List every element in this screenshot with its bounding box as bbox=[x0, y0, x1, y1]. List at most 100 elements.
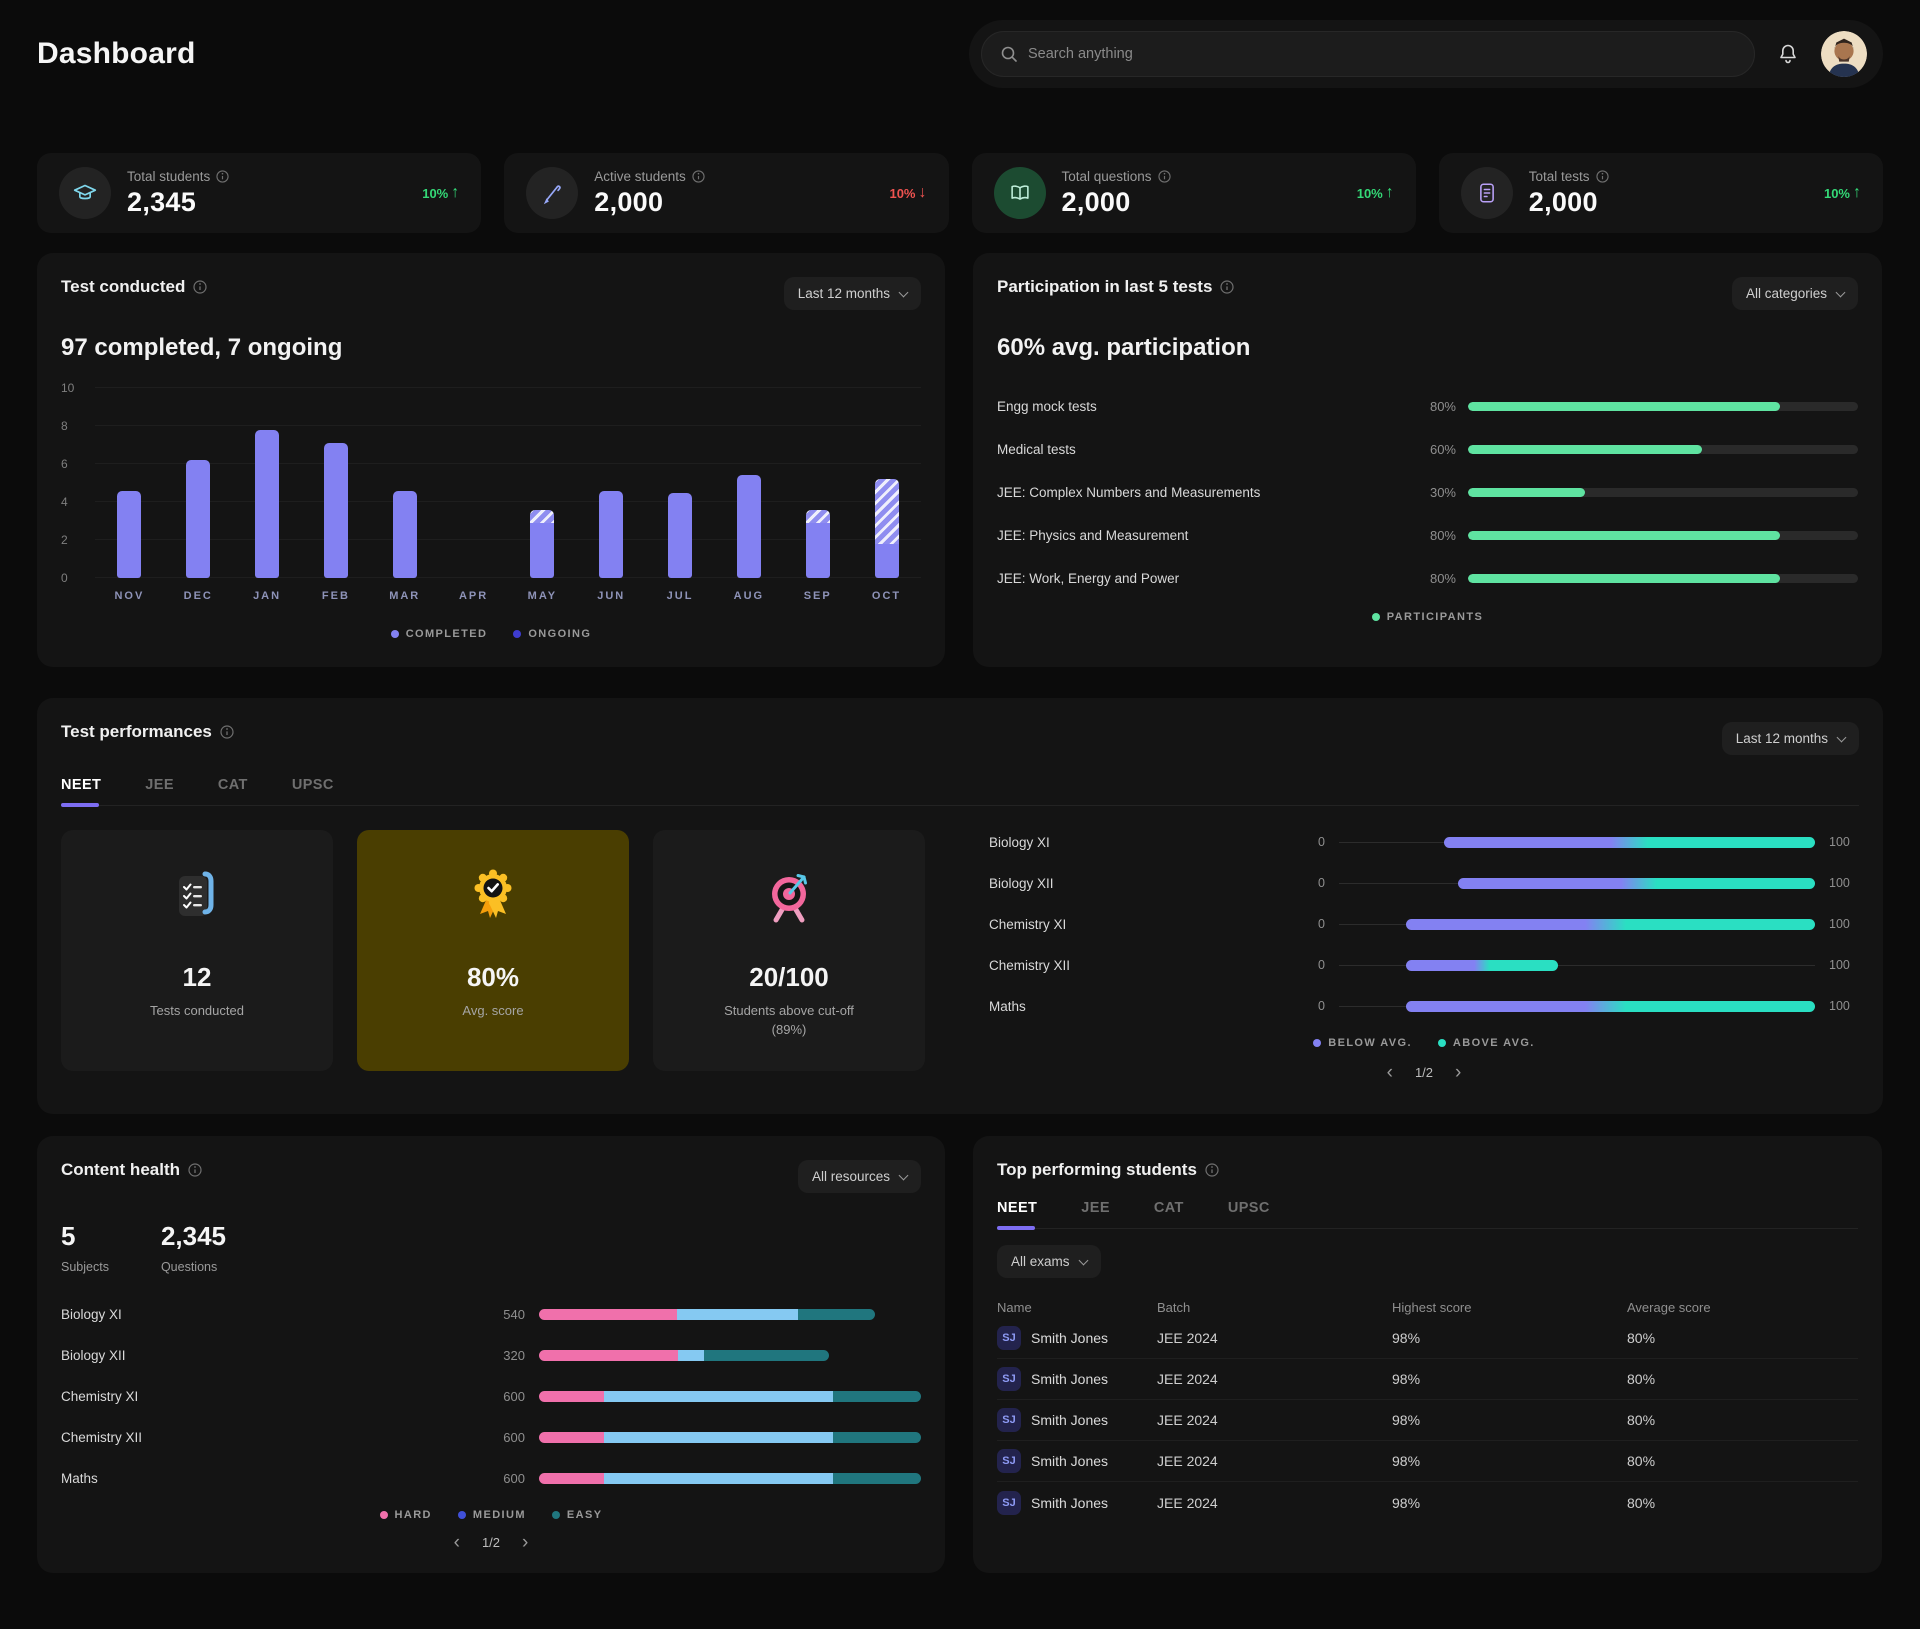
pager-prev-icon[interactable]: ‹ bbox=[1383, 1061, 1397, 1084]
progress-fill bbox=[1468, 531, 1780, 540]
medium-segment bbox=[604, 1473, 833, 1484]
content-row: Maths600 bbox=[61, 1468, 921, 1488]
bar-column-sep bbox=[783, 388, 852, 578]
table-row[interactable]: SJSmith JonesJEE 202498%80% bbox=[997, 1482, 1858, 1523]
completed-bar-segment bbox=[324, 443, 348, 578]
bar-column-dec bbox=[164, 388, 233, 578]
hard-segment bbox=[539, 1432, 604, 1443]
table-row[interactable]: SJSmith JonesJEE 202498%80% bbox=[997, 1318, 1858, 1359]
table-row[interactable]: SJSmith JonesJEE 202498%80% bbox=[997, 1441, 1858, 1482]
bar-stack bbox=[530, 510, 554, 578]
info-icon[interactable] bbox=[1205, 1163, 1219, 1177]
medal-icon bbox=[461, 864, 525, 928]
medium-segment bbox=[604, 1391, 833, 1402]
row-value: 600 bbox=[481, 1430, 525, 1445]
pager-prev-icon[interactable]: ‹ bbox=[450, 1531, 464, 1554]
resources-filter-dropdown[interactable]: All resources bbox=[798, 1160, 921, 1193]
subject-row: Chemistry XI0100 bbox=[989, 914, 1859, 934]
row-label: Chemistry XII bbox=[989, 958, 1289, 973]
info-icon[interactable] bbox=[188, 1163, 202, 1177]
info-icon[interactable] bbox=[1220, 280, 1234, 294]
student-name-cell: SJSmith Jones bbox=[997, 1449, 1157, 1473]
hard-segment bbox=[539, 1473, 604, 1484]
average-score-cell: 80% bbox=[1627, 1330, 1858, 1346]
scale-min: 0 bbox=[1289, 835, 1325, 849]
row-bar-group: 60% bbox=[1416, 442, 1858, 457]
tab-neet[interactable]: NEET bbox=[997, 1200, 1037, 1228]
info-icon[interactable] bbox=[216, 170, 229, 183]
x-tick-label: JAN bbox=[233, 590, 302, 602]
notification-bell-icon[interactable] bbox=[1771, 37, 1805, 71]
tab-jee[interactable]: JEE bbox=[145, 777, 174, 805]
info-icon[interactable] bbox=[1596, 170, 1609, 183]
subject-row: Chemistry XII0100 bbox=[989, 955, 1859, 975]
info-icon[interactable] bbox=[193, 280, 207, 294]
subject-row: Biology XI0100 bbox=[989, 832, 1859, 852]
student-initials-badge: SJ bbox=[997, 1408, 1021, 1432]
card-caption: Avg. score bbox=[462, 1002, 523, 1021]
y-tick-label: 4 bbox=[61, 495, 68, 509]
info-icon[interactable] bbox=[220, 725, 234, 739]
bar-stack bbox=[737, 475, 761, 578]
stat-value: 2,000 bbox=[594, 187, 873, 218]
category-filter-dropdown[interactable]: All categories bbox=[1732, 277, 1858, 310]
y-axis-labels: 0246810 bbox=[61, 388, 95, 578]
completed-bar-segment bbox=[393, 491, 417, 578]
x-tick-label: SEP bbox=[783, 590, 852, 602]
ongoing-bar-segment bbox=[530, 510, 554, 523]
stacked-track bbox=[539, 1350, 921, 1361]
period-filter-dropdown[interactable]: Last 12 months bbox=[784, 277, 921, 310]
tab-jee[interactable]: JEE bbox=[1081, 1200, 1110, 1228]
info-icon[interactable] bbox=[692, 170, 705, 183]
info-icon[interactable] bbox=[1158, 170, 1171, 183]
subjects-count: 5 bbox=[61, 1221, 109, 1252]
tab-cat[interactable]: CAT bbox=[218, 777, 248, 805]
row-bar-group: 80% bbox=[1416, 528, 1858, 543]
search-bar[interactable] bbox=[981, 31, 1755, 77]
pager-next-icon[interactable]: › bbox=[1451, 1061, 1465, 1084]
stacked-track bbox=[539, 1432, 921, 1443]
table-row[interactable]: SJSmith JonesJEE 202498%80% bbox=[997, 1400, 1858, 1441]
tab-upsc[interactable]: UPSC bbox=[292, 777, 334, 805]
student-name-cell: SJSmith Jones bbox=[997, 1367, 1157, 1391]
scale-min: 0 bbox=[1289, 999, 1325, 1013]
range-track bbox=[1339, 960, 1815, 971]
user-avatar[interactable] bbox=[1821, 31, 1867, 77]
performance-legend: BELOW AVG. ABOVE AVG. bbox=[989, 1037, 1859, 1049]
y-tick-label: 8 bbox=[61, 419, 68, 433]
bar-column-apr bbox=[439, 388, 508, 578]
bar-column-oct bbox=[852, 388, 921, 578]
arrow-down-icon: ↓ bbox=[919, 184, 927, 202]
highest-score-cell: 98% bbox=[1392, 1412, 1627, 1428]
legend-dot-ongoing bbox=[513, 630, 521, 638]
pager-next-icon[interactable]: › bbox=[518, 1531, 532, 1554]
tab-cat[interactable]: CAT bbox=[1154, 1200, 1184, 1228]
period-filter-dropdown[interactable]: Last 12 months bbox=[1722, 722, 1859, 755]
exams-filter-dropdown[interactable]: All exams bbox=[997, 1245, 1101, 1278]
completed-bar-segment bbox=[668, 493, 692, 579]
bar-stack bbox=[875, 479, 899, 578]
bar-column-jun bbox=[577, 388, 646, 578]
progress-track bbox=[1468, 402, 1858, 411]
tab-neet[interactable]: NEET bbox=[61, 777, 101, 805]
stacked-bar bbox=[539, 1309, 875, 1320]
bar-stack bbox=[255, 430, 279, 578]
y-tick-label: 6 bbox=[61, 457, 68, 471]
content-row: Chemistry XI600 bbox=[61, 1386, 921, 1406]
top-bar: Dashboard bbox=[37, 20, 1883, 88]
highest-score-cell: 98% bbox=[1392, 1453, 1627, 1469]
bar-column-feb bbox=[301, 388, 370, 578]
progress-track bbox=[1468, 445, 1858, 454]
stat-delta: 10%↑ bbox=[1357, 184, 1394, 202]
bar-column-nov bbox=[95, 388, 164, 578]
tab-upsc[interactable]: UPSC bbox=[1228, 1200, 1270, 1228]
x-axis-labels: NOVDECJANFEBMARAPRMAYJUNJULAUGSEPOCT bbox=[95, 590, 921, 602]
stacked-track bbox=[539, 1309, 921, 1320]
batch-cell: JEE 2024 bbox=[1157, 1412, 1392, 1428]
stat-value: 2,000 bbox=[1529, 187, 1808, 218]
card-value: 20/100 bbox=[749, 962, 829, 993]
search-input[interactable] bbox=[1028, 46, 1736, 62]
y-tick-label: 2 bbox=[61, 533, 68, 547]
performance-summary-cards: 12 Tests conducted 80% Avg. score 20/100… bbox=[61, 830, 925, 1084]
table-row[interactable]: SJSmith JonesJEE 202498%80% bbox=[997, 1359, 1858, 1400]
